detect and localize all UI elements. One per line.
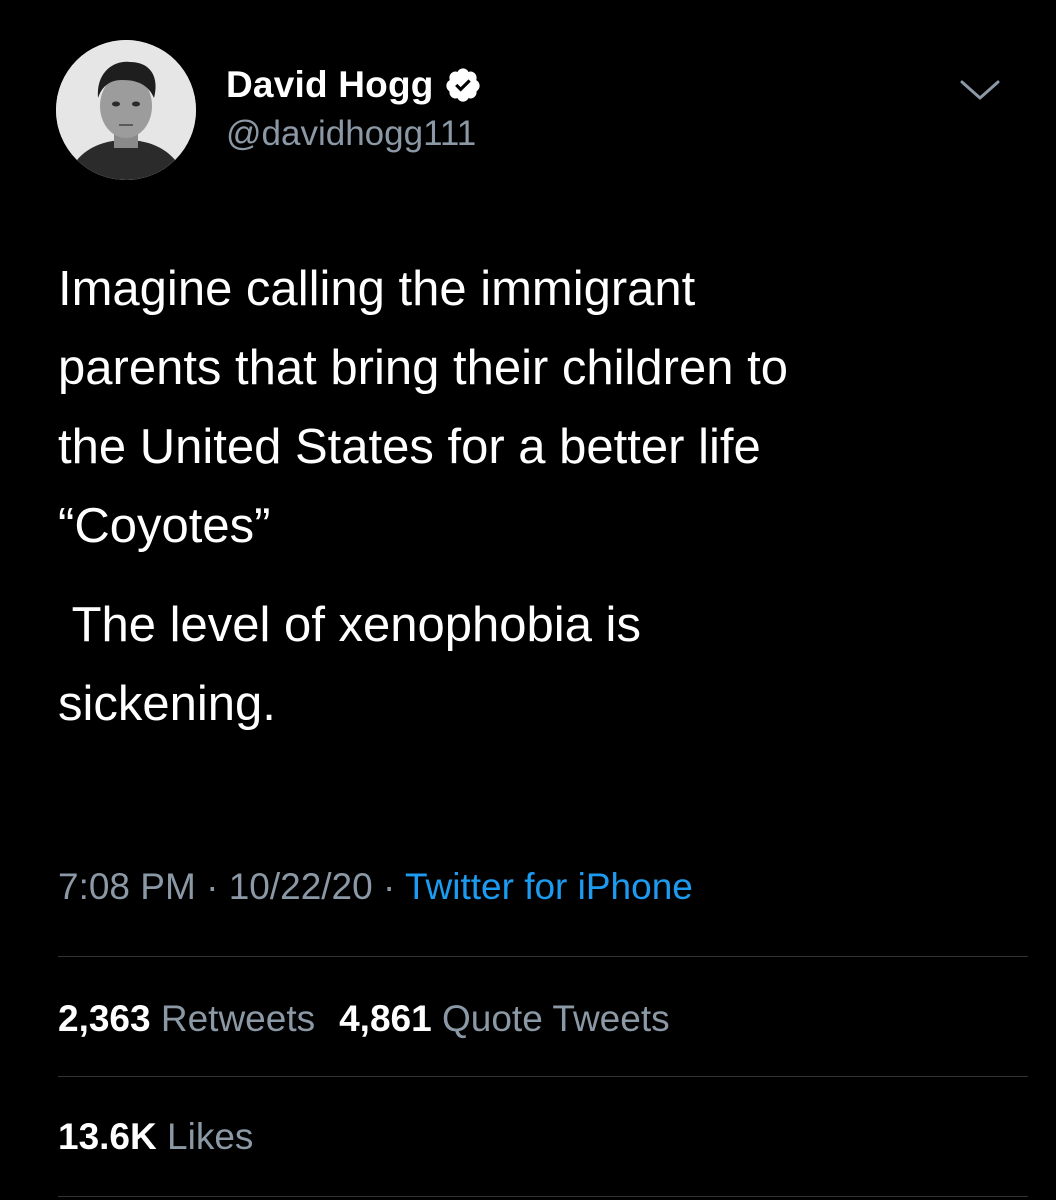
tweet-detail: David Hogg @davidhogg111 Imagine calling… (0, 0, 1056, 1200)
likes-count: 13.6K (58, 1116, 157, 1157)
likes-stat[interactable]: 13.6K Likes (58, 1116, 253, 1158)
chevron-down-icon[interactable] (958, 76, 1002, 104)
tweet-source-link[interactable]: Twitter for iPhone (405, 866, 693, 907)
retweets-label: Retweets (160, 998, 316, 1039)
quote-tweets-stat[interactable]: 4,861 Quote Tweets (339, 998, 670, 1040)
tweet-meta: 7:08 PM · 10/22/20 · Twitter for iPhone (58, 866, 693, 908)
tweet-time[interactable]: 7:08 PM (58, 866, 196, 907)
handle[interactable]: @davidhogg111 (226, 114, 482, 154)
divider (58, 1196, 1028, 1197)
avatar-photo (56, 40, 196, 180)
divider (58, 956, 1028, 957)
tweet-date[interactable]: 10/22/20 (229, 866, 373, 907)
tweet-text: Imagine calling the immigrant parents th… (58, 250, 1018, 744)
quote-tweets-label: Quote Tweets (441, 998, 670, 1039)
name-row: David Hogg (226, 60, 482, 110)
tweet-paragraph: The level of xenophobia is sickening. (58, 598, 641, 731)
author-block[interactable]: David Hogg @davidhogg111 (226, 60, 482, 154)
engagement-stats-row: 2,363 Retweets 4,861 Quote Tweets (58, 998, 694, 1040)
likes-label: Likes (167, 1116, 254, 1157)
avatar[interactable] (56, 40, 196, 180)
retweets-count: 2,363 (58, 998, 151, 1039)
quote-tweets-count: 4,861 (339, 998, 432, 1039)
likes-stats-row: 13.6K Likes (58, 1116, 277, 1158)
divider (58, 1076, 1028, 1077)
meta-separator: · (383, 866, 396, 907)
verified-badge-icon (444, 66, 482, 104)
meta-separator: · (206, 866, 219, 907)
tweet-paragraph: Imagine calling the immigrant parents th… (58, 262, 788, 553)
display-name[interactable]: David Hogg (226, 64, 434, 106)
retweets-stat[interactable]: 2,363 Retweets (58, 998, 315, 1040)
